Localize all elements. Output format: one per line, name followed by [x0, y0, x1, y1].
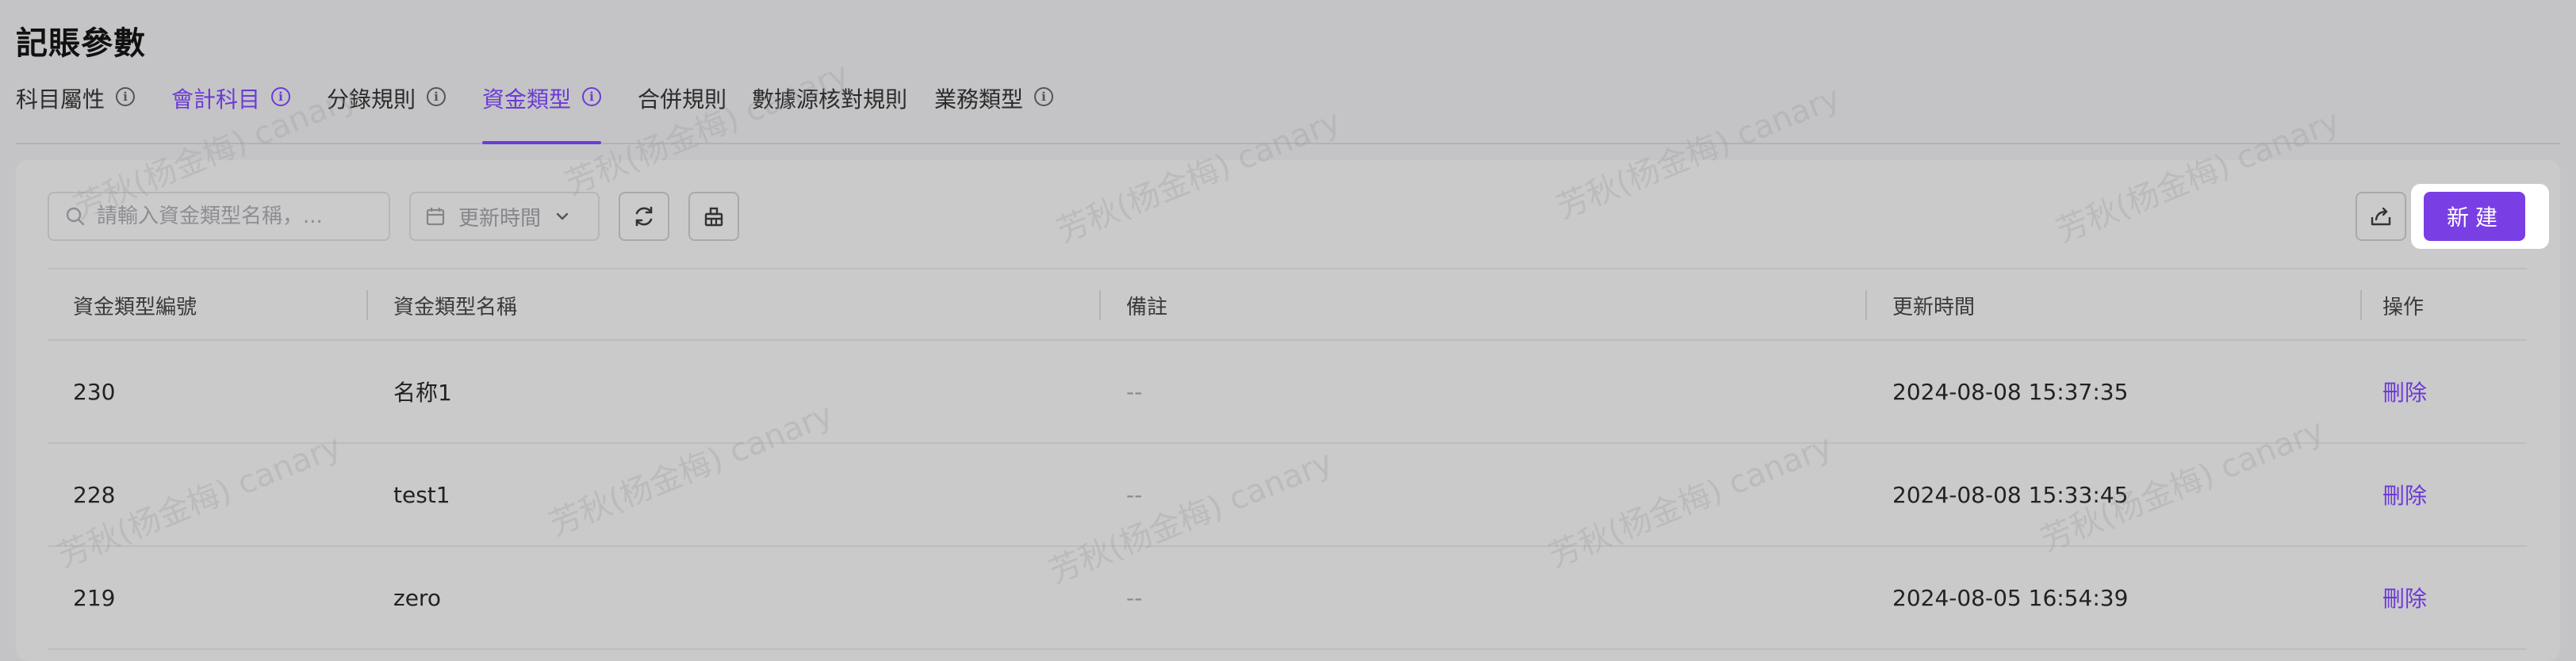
date-filter-dropdown[interactable]: 更新時間	[409, 192, 600, 241]
new-button-highlight: 新建	[2411, 184, 2549, 249]
chevron-down-icon	[556, 212, 569, 220]
tab-label: 業務類型	[934, 86, 1024, 113]
table-row: 228 test1 -- 2024-08-08 15:33:45 刪除	[48, 444, 2527, 547]
delete-link[interactable]: 刪除	[2382, 547, 2427, 648]
tab-label: 分錄規則	[327, 86, 416, 113]
column-divider[interactable]	[1099, 290, 1101, 320]
refresh-icon	[635, 206, 653, 227]
clear-icon	[704, 207, 723, 227]
tab-label: 資金類型	[482, 86, 572, 113]
cell-name: 名称1	[393, 380, 452, 406]
tab-label: 科目屬性	[16, 86, 105, 113]
info-icon[interactable]: i	[427, 87, 447, 106]
export-button[interactable]	[2356, 192, 2406, 241]
calendar-icon	[426, 208, 445, 226]
column-header: 更新時間	[1892, 295, 1976, 319]
cell-id: 219	[73, 584, 116, 611]
search-box[interactable]	[48, 192, 390, 241]
table-row: 230 名称1 -- 2024-08-08 15:37:35 刪除	[48, 341, 2527, 444]
new-button[interactable]: 新建	[2424, 192, 2525, 241]
tab-label: 會計科目	[171, 86, 261, 113]
cell-id: 230	[73, 378, 116, 405]
column-divider[interactable]	[1865, 290, 1867, 320]
column-header: 資金類型編號	[73, 295, 197, 319]
export-icon	[2371, 207, 2391, 226]
cell-note: --	[1126, 584, 1143, 611]
cell-updated: 2024-08-05 16:54:39	[1892, 584, 2129, 611]
delete-link[interactable]: 刪除	[2382, 444, 2427, 545]
column-divider[interactable]	[2360, 290, 2362, 320]
tab-label: 合併規則	[638, 86, 727, 113]
cell-updated: 2024-08-08 15:37:35	[1892, 378, 2129, 405]
table-row: 219 zero -- 2024-08-05 16:54:39 刪除	[48, 547, 2527, 650]
clear-filter-button[interactable]	[688, 192, 739, 241]
cell-note: --	[1126, 378, 1143, 405]
content-card: 更新時間 新建 資金類型編號	[16, 160, 2560, 661]
refresh-button[interactable]	[619, 192, 669, 241]
cell-name: zero	[393, 584, 441, 611]
tab-business-types[interactable]: 業務類型 i	[934, 82, 1054, 143]
fund-type-table: 資金類型編號 資金類型名稱 備註 更新時間 操作 230 名称1 -- 2024…	[48, 268, 2527, 650]
cell-updated: 2024-08-08 15:33:45	[1892, 481, 2129, 508]
column-header: 操作	[2382, 295, 2425, 319]
tab-entry-rules[interactable]: 分錄規則 i	[327, 82, 447, 143]
cell-id: 228	[73, 481, 116, 508]
cell-note: --	[1126, 481, 1143, 508]
tab-bar: 科目屬性 i 會計科目 i 分錄規則 i 資金類型 i 合併規則 數據源核對規則…	[16, 82, 2560, 144]
info-icon[interactable]: i	[271, 87, 291, 106]
column-header: 備註	[1126, 295, 1168, 319]
column-divider[interactable]	[366, 290, 368, 320]
column-header: 資金類型名稱	[393, 295, 518, 319]
tab-accounting-subjects[interactable]: 會計科目 i	[171, 82, 291, 143]
search-icon	[66, 207, 85, 226]
cell-name: test1	[393, 481, 450, 508]
delete-link[interactable]: 刪除	[2382, 341, 2427, 442]
tab-merge-rules[interactable]: 合併規則	[638, 82, 726, 143]
info-icon[interactable]: i	[116, 87, 136, 106]
tab-fund-types[interactable]: 資金類型 i	[482, 82, 602, 144]
page-title: 記賬參數	[16, 25, 146, 62]
search-input[interactable]	[95, 204, 360, 229]
table-header: 資金類型編號 資金類型名稱 備註 更新時間 操作	[48, 268, 2527, 341]
info-icon[interactable]: i	[1034, 87, 1054, 106]
tab-subject-attributes[interactable]: 科目屬性 i	[16, 82, 136, 143]
date-filter-label: 更新時間	[458, 206, 542, 231]
tab-datasource-check-rules[interactable]: 數據源核對規則	[752, 82, 907, 143]
tab-label: 數據源核對規則	[752, 86, 908, 113]
info-icon[interactable]: i	[582, 87, 602, 106]
